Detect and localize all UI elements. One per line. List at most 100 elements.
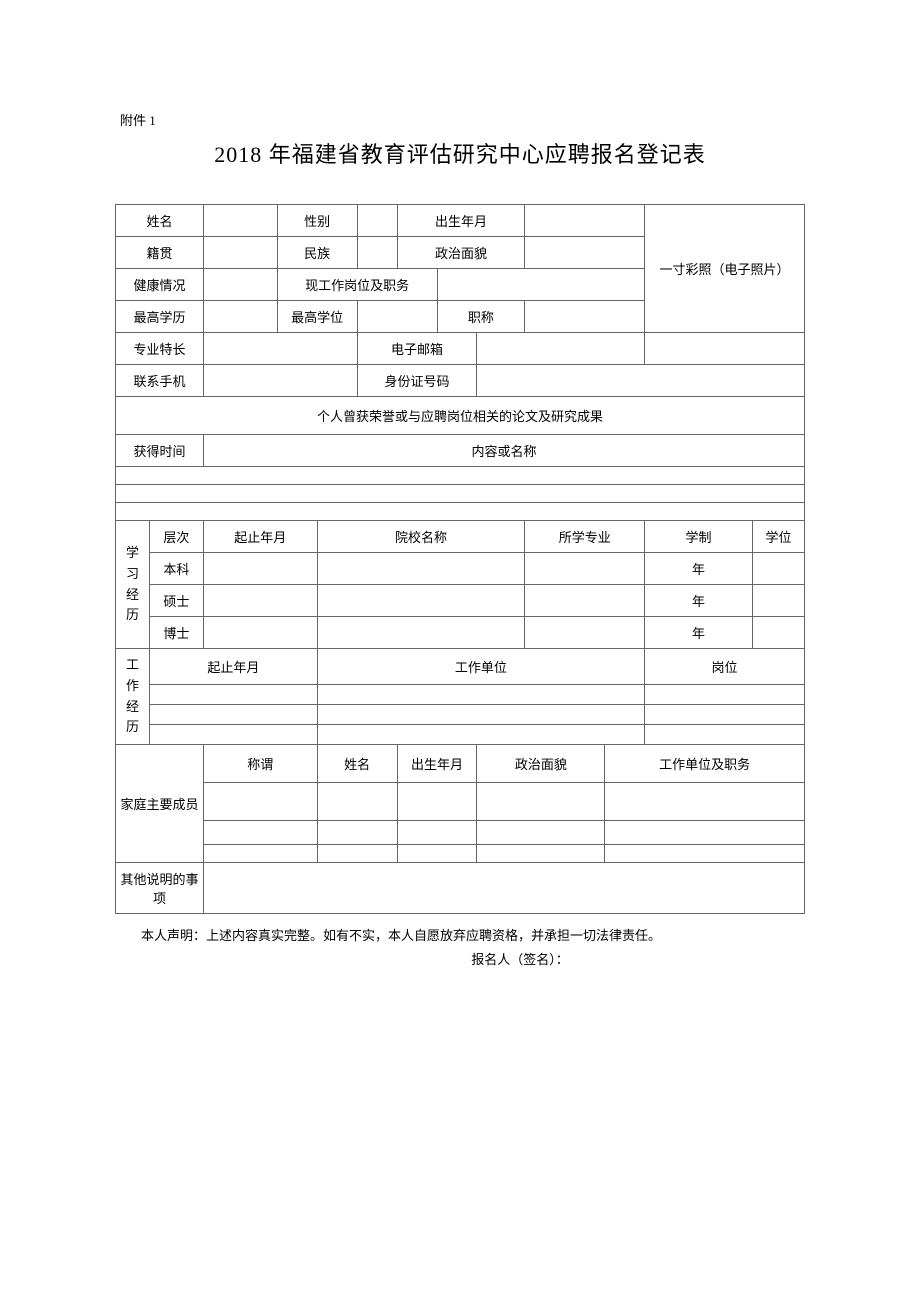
field-fam-relation[interactable] xyxy=(203,783,317,821)
field-fam-name[interactable] xyxy=(317,845,397,863)
label-major: 所学专业 xyxy=(525,521,645,553)
label-prof-title: 职称 xyxy=(437,301,525,333)
label-master: 硕士 xyxy=(149,585,203,617)
field-work-post[interactable] xyxy=(645,725,805,745)
field-fam-birth[interactable] xyxy=(397,783,477,821)
field-birth[interactable] xyxy=(525,205,645,237)
field-origin[interactable] xyxy=(203,237,277,269)
field-doctor-major[interactable] xyxy=(525,617,645,649)
label-political: 政治面貌 xyxy=(397,237,525,269)
label-highest-edu: 最高学历 xyxy=(116,301,204,333)
label-doctor: 博士 xyxy=(149,617,203,649)
field-doctor-degree[interactable] xyxy=(752,617,804,649)
honors-row[interactable] xyxy=(116,467,805,485)
label-relation: 称谓 xyxy=(203,745,317,783)
field-master-period[interactable] xyxy=(203,585,317,617)
label-highest-degree: 最高学位 xyxy=(277,301,357,333)
label-current-job: 现工作岗位及职务 xyxy=(277,269,437,301)
label-fam-political: 政治面貌 xyxy=(477,745,605,783)
field-undergrad-major[interactable] xyxy=(525,553,645,585)
label-photo: 一寸彩照（电子照片） xyxy=(645,205,805,333)
label-specialty: 专业特长 xyxy=(116,333,204,365)
label-birth: 出生年月 xyxy=(397,205,525,237)
declaration-line1: 本人声明：上述内容真实完整。如有不实，本人自愿放弃应聘资格，并承担一切法律责任。 xyxy=(115,924,805,947)
field-undergrad-school[interactable] xyxy=(317,553,525,585)
field-highest-degree[interactable] xyxy=(357,301,437,333)
field-other-notes[interactable] xyxy=(203,863,804,914)
label-start-end: 起止年月 xyxy=(203,521,317,553)
field-specialty[interactable] xyxy=(203,333,357,365)
label-idcard: 身份证号码 xyxy=(357,365,477,397)
field-work-post[interactable] xyxy=(645,684,805,704)
attachment-label: 附件 1 xyxy=(120,110,805,129)
label-work-history: 工 作经 历 xyxy=(116,649,150,745)
field-doctor-system[interactable]: 年 xyxy=(645,617,753,649)
field-health[interactable] xyxy=(203,269,277,301)
field-master-degree[interactable] xyxy=(752,585,804,617)
label-fam-name: 姓名 xyxy=(317,745,397,783)
field-work-unit[interactable] xyxy=(317,684,644,704)
label-fam-birth: 出生年月 xyxy=(397,745,477,783)
label-school: 院校名称 xyxy=(317,521,525,553)
declaration: 本人声明：上述内容真实完整。如有不实，本人自愿放弃应聘资格，并承担一切法律责任。… xyxy=(115,924,805,971)
field-fam-work[interactable] xyxy=(605,821,805,845)
label-fam-work: 工作单位及职务 xyxy=(605,745,805,783)
field-work-period[interactable] xyxy=(149,704,317,724)
field-master-system[interactable]: 年 xyxy=(645,585,753,617)
page-title: 2018 年福建省教育评估研究中心应聘报名登记表 xyxy=(115,137,805,169)
field-ethnic[interactable] xyxy=(357,237,397,269)
field-gender[interactable] xyxy=(357,205,397,237)
field-undergrad-system[interactable]: 年 xyxy=(645,553,753,585)
field-doctor-period[interactable] xyxy=(203,617,317,649)
field-work-unit[interactable] xyxy=(317,725,644,745)
label-email: 电子邮箱 xyxy=(357,333,477,365)
field-fam-birth[interactable] xyxy=(397,845,477,863)
field-fam-work[interactable] xyxy=(605,845,805,863)
field-work-period[interactable] xyxy=(149,684,317,704)
field-current-job[interactable] xyxy=(437,269,645,301)
label-work-period: 起止年月 xyxy=(149,649,317,685)
field-work-period[interactable] xyxy=(149,725,317,745)
field-fam-political[interactable] xyxy=(477,821,605,845)
label-content-name: 内容或名称 xyxy=(203,435,804,467)
field-phone[interactable] xyxy=(203,365,357,397)
field-fam-relation[interactable] xyxy=(203,845,317,863)
field-email[interactable] xyxy=(477,333,645,365)
label-ethnic: 民族 xyxy=(277,237,357,269)
field-master-school[interactable] xyxy=(317,585,525,617)
field-fam-birth[interactable] xyxy=(397,821,477,845)
field-fam-work[interactable] xyxy=(605,783,805,821)
label-gender: 性别 xyxy=(277,205,357,237)
label-phone: 联系手机 xyxy=(116,365,204,397)
field-email-ext[interactable] xyxy=(645,333,805,365)
honors-row[interactable] xyxy=(116,503,805,521)
field-prof-title[interactable] xyxy=(525,301,645,333)
honors-row[interactable] xyxy=(116,485,805,503)
field-undergrad-period[interactable] xyxy=(203,553,317,585)
declaration-line2: 报名人（签名）： xyxy=(115,948,805,971)
field-political[interactable] xyxy=(525,237,645,269)
label-post: 岗位 xyxy=(645,649,805,685)
field-fam-political[interactable] xyxy=(477,783,605,821)
label-gain-time: 获得时间 xyxy=(116,435,204,467)
field-doctor-school[interactable] xyxy=(317,617,525,649)
label-family: 家庭主要成员 xyxy=(116,745,204,863)
label-study-history: 学 习经 历 xyxy=(116,521,150,649)
label-origin: 籍贯 xyxy=(116,237,204,269)
field-name[interactable] xyxy=(203,205,277,237)
label-school-system: 学制 xyxy=(645,521,753,553)
field-fam-name[interactable] xyxy=(317,783,397,821)
label-undergrad: 本科 xyxy=(149,553,203,585)
label-work-unit: 工作单位 xyxy=(317,649,644,685)
field-work-unit[interactable] xyxy=(317,704,644,724)
field-undergrad-degree[interactable] xyxy=(752,553,804,585)
label-other-notes: 其他说明的事项 xyxy=(116,863,204,914)
field-fam-relation[interactable] xyxy=(203,821,317,845)
field-highest-edu[interactable] xyxy=(203,301,277,333)
field-fam-political[interactable] xyxy=(477,845,605,863)
field-master-major[interactable] xyxy=(525,585,645,617)
label-degree: 学位 xyxy=(752,521,804,553)
field-work-post[interactable] xyxy=(645,704,805,724)
field-fam-name[interactable] xyxy=(317,821,397,845)
field-idcard[interactable] xyxy=(477,365,805,397)
